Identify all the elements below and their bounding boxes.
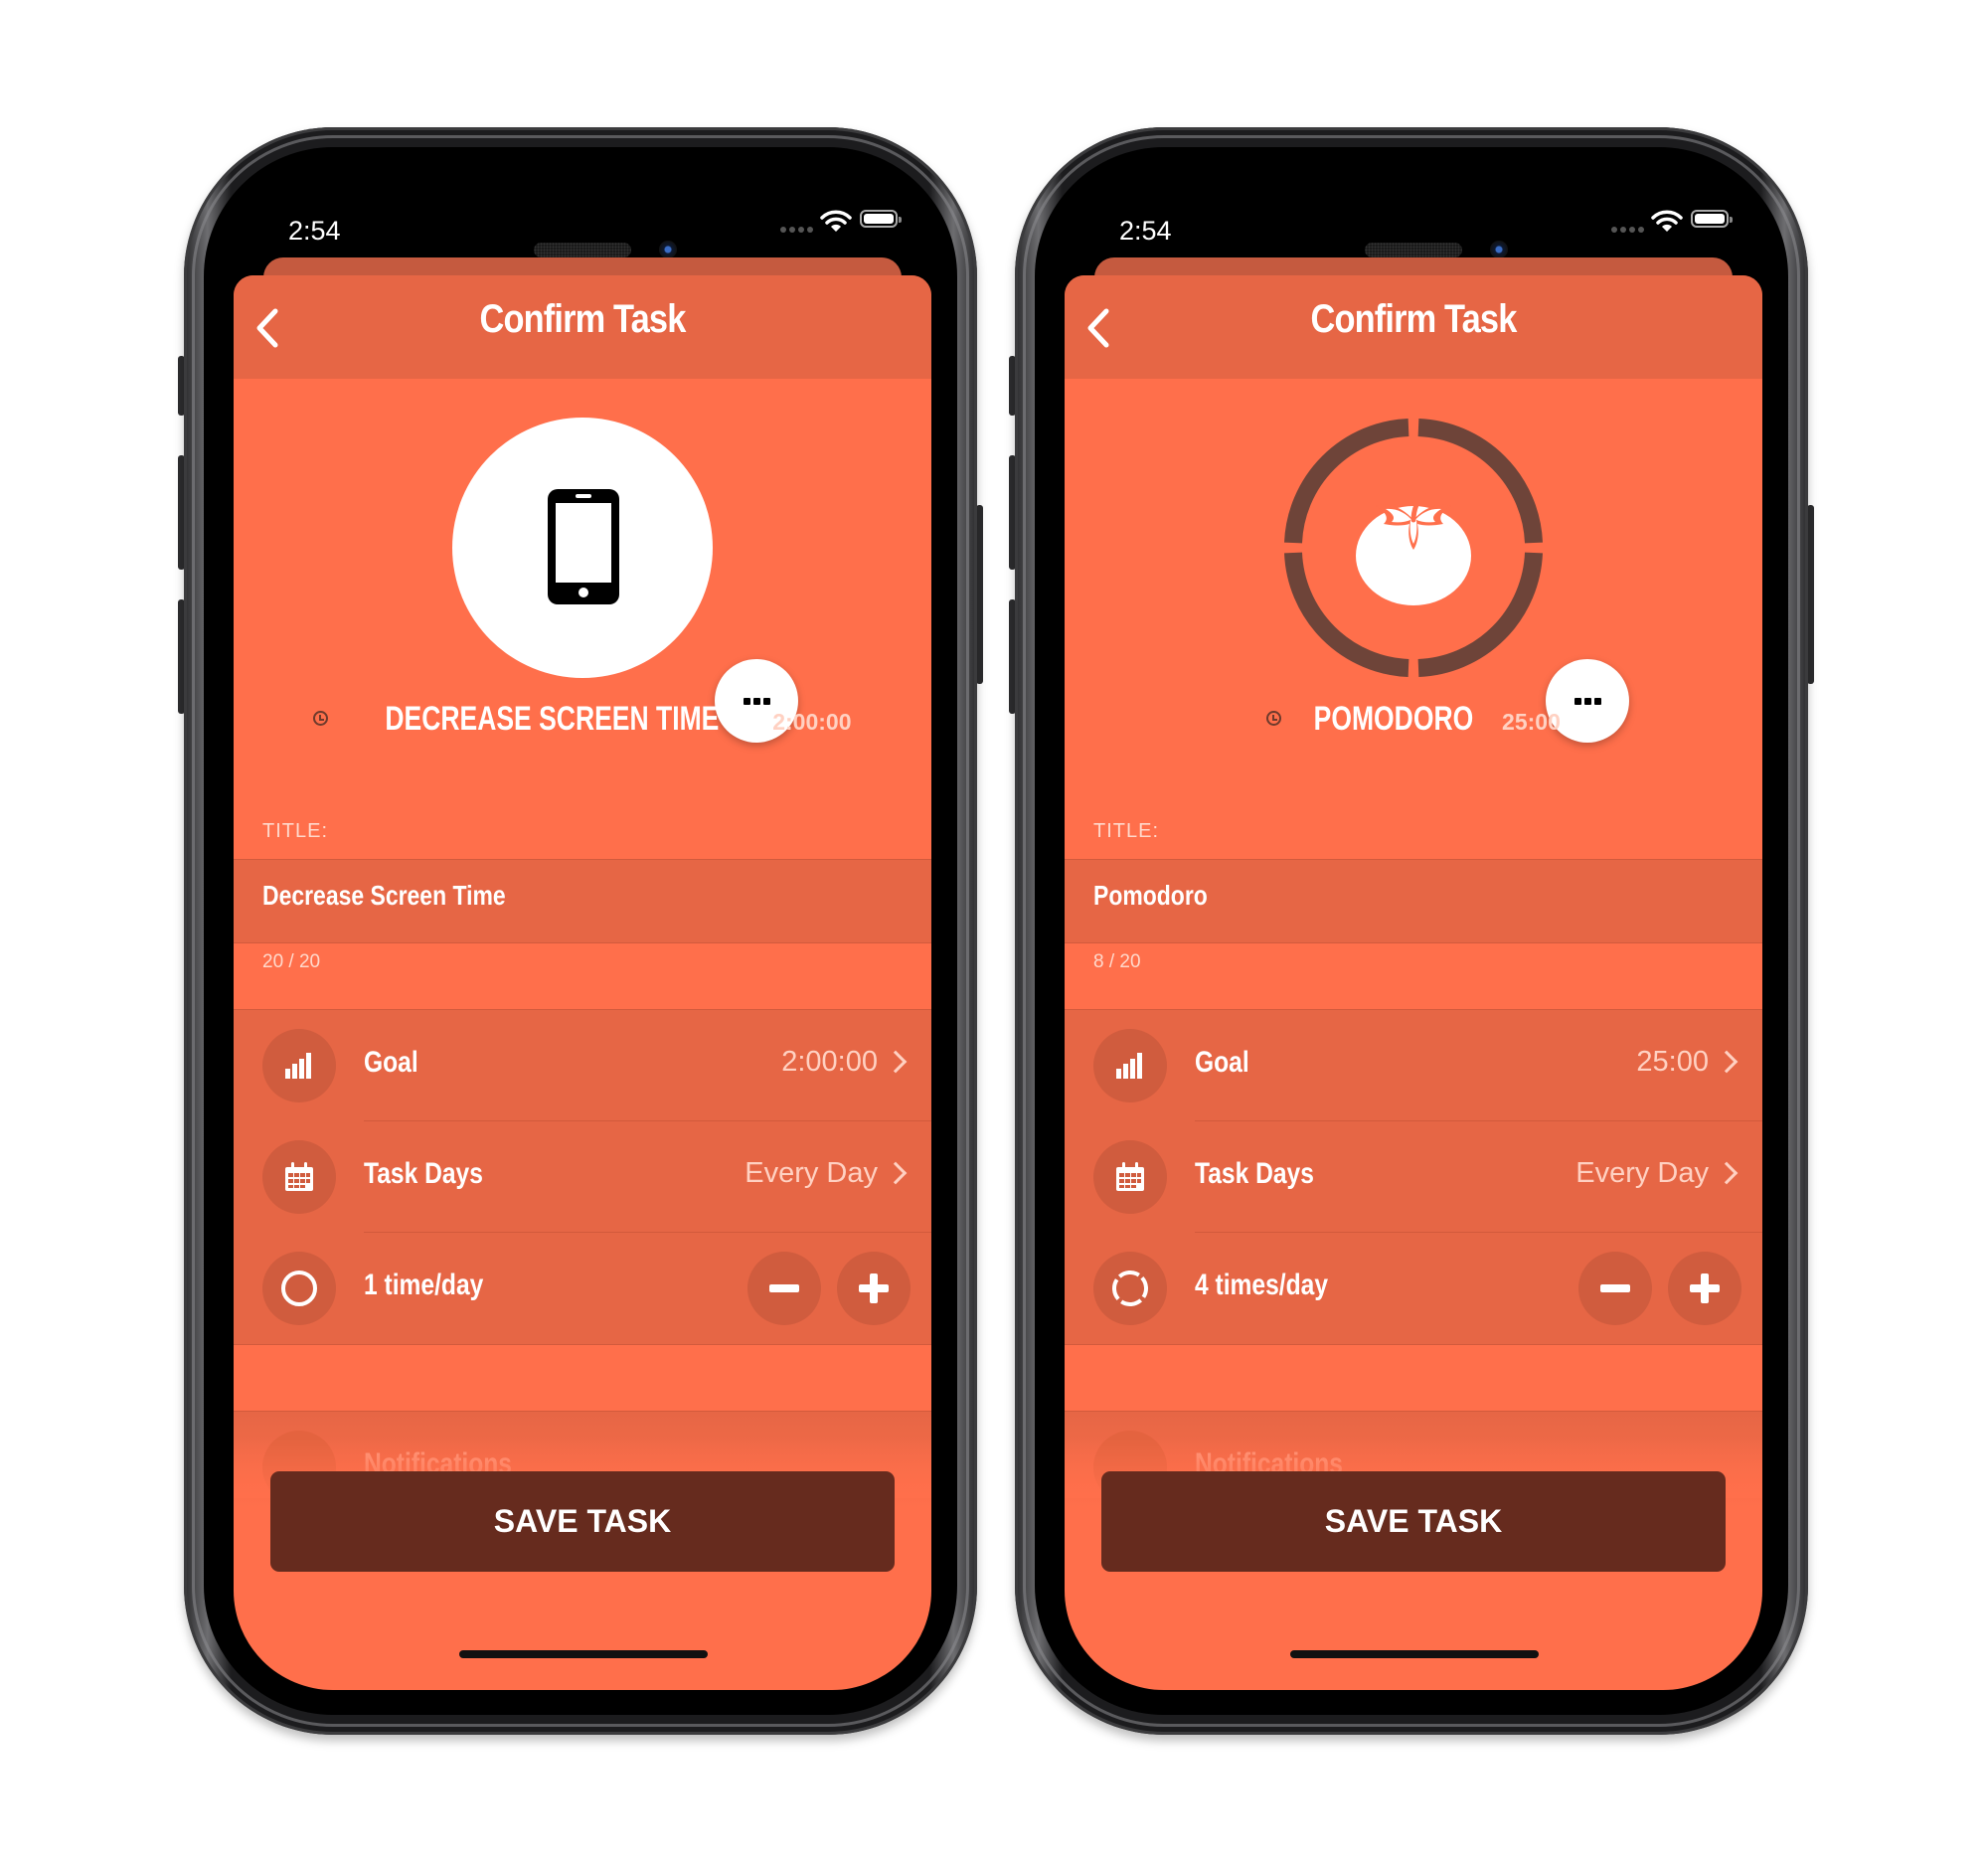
chevron-right-icon: [884, 1161, 908, 1185]
row-goal[interactable]: Goal 2:00:00: [234, 1010, 931, 1121]
character-counter: 20 / 20: [262, 951, 321, 972]
clock-icon: [313, 711, 329, 726]
task-name-text: DECREASE SCREEN TIME: [385, 700, 720, 738]
home-indicator[interactable]: [459, 1650, 708, 1658]
task-name-text: POMODORO: [1313, 700, 1474, 738]
phone-2: 2:54 Confirm Task POMODORO 25:00 TITLE: …: [1009, 127, 1814, 1735]
row-task-days[interactable]: Task Days Every Day: [1065, 1121, 1762, 1233]
front-camera: [659, 241, 677, 258]
header: Confirm Task: [234, 275, 931, 379]
save-task-button[interactable]: SAVE TASK: [1101, 1471, 1726, 1572]
battery-icon: [1691, 210, 1733, 228]
bar-chart-icon: [262, 1029, 336, 1102]
title-field[interactable]: Decrease Screen Time: [234, 859, 931, 943]
confirm-task-card: Confirm Task DECREASE SCREEN TIME 2:00:00…: [234, 275, 931, 1690]
clock-icon: [1266, 711, 1282, 726]
frequency-label: 4 times/day: [1195, 1269, 1329, 1301]
calendar-icon: [262, 1140, 336, 1214]
page-title: Confirm Task: [479, 297, 687, 341]
speaker-grille: [1365, 243, 1462, 257]
tomato-icon: [1356, 491, 1471, 605]
status-time: 2:54: [288, 216, 341, 246]
wifi-icon: [820, 210, 852, 232]
segmented-circle-icon: [1093, 1252, 1167, 1325]
character-counter: 8 / 20: [1093, 951, 1141, 972]
row-value: Every Day: [1575, 1157, 1709, 1189]
home-indicator[interactable]: [1290, 1650, 1539, 1658]
title-label: TITLE:: [262, 820, 329, 842]
front-camera: [1490, 241, 1508, 258]
signal-dots-icon: [780, 227, 813, 233]
smartphone-icon: [548, 489, 619, 604]
row-label: Task Days: [1195, 1157, 1314, 1190]
power-button: [976, 505, 983, 684]
row-label: Task Days: [364, 1157, 483, 1190]
row-value: 25:00: [1636, 1046, 1709, 1078]
decrement-button[interactable]: [747, 1252, 821, 1325]
bar-chart-icon: [1093, 1029, 1167, 1102]
increment-button[interactable]: [837, 1252, 911, 1325]
settings-list: Goal 2:00:00 Task Days Every Day 1 time/…: [234, 1009, 931, 1345]
row-label: Goal: [1195, 1046, 1249, 1079]
title-input[interactable]: Decrease Screen Time: [262, 880, 506, 912]
chevron-right-icon: [884, 1050, 908, 1074]
back-button[interactable]: [251, 307, 281, 349]
title-field[interactable]: Pomodoro: [1065, 859, 1762, 943]
settings-list: Goal 25:00 Task Days Every Day 4 times/d…: [1065, 1009, 1762, 1345]
save-task-button[interactable]: SAVE TASK: [270, 1471, 895, 1572]
task-duration: 2:00:00: [772, 709, 852, 735]
screen: 2:54 Confirm Task: [1065, 183, 1762, 1690]
confirm-task-card: Confirm Task POMODORO 25:00 TITLE: Pomod…: [1065, 275, 1762, 1690]
row-goal[interactable]: Goal 25:00: [1065, 1010, 1762, 1121]
chevron-right-icon: [1715, 1161, 1739, 1185]
task-hero: [1283, 418, 1629, 743]
row-value: Every Day: [745, 1157, 878, 1189]
decrement-button[interactable]: [1578, 1252, 1652, 1325]
signal-dots-icon: [1611, 227, 1644, 233]
task-name-display: DECREASE SCREEN TIME 2:00:00: [293, 699, 872, 742]
increment-button[interactable]: [1668, 1252, 1741, 1325]
speaker-grille: [534, 243, 631, 257]
title-label: TITLE:: [1093, 820, 1160, 842]
task-duration: 25:00: [1502, 709, 1561, 735]
row-value: 2:00:00: [781, 1046, 878, 1078]
phone-1: 2:54 Confirm Task DECREASE SCREEN TIME 2…: [178, 127, 983, 1735]
row-frequency: 1 time/day: [234, 1233, 931, 1344]
chevron-right-icon: [1715, 1050, 1739, 1074]
row-label: Goal: [364, 1046, 418, 1079]
title-input[interactable]: Pomodoro: [1093, 880, 1208, 912]
task-name-display: POMODORO 25:00: [1124, 699, 1703, 742]
status-time: 2:54: [1119, 216, 1172, 246]
back-button[interactable]: [1082, 307, 1112, 349]
calendar-icon: [1093, 1140, 1167, 1214]
task-hero: [452, 418, 798, 743]
row-task-days[interactable]: Task Days Every Day: [234, 1121, 931, 1233]
page-title: Confirm Task: [1310, 297, 1518, 341]
screen: 2:54 Confirm Task: [234, 183, 931, 1690]
header: Confirm Task: [1065, 275, 1762, 379]
battery-icon: [860, 210, 902, 228]
power-button: [1807, 505, 1814, 684]
circle-icon: [262, 1252, 336, 1325]
frequency-label: 1 time/day: [364, 1269, 484, 1301]
wifi-icon: [1651, 210, 1683, 232]
row-frequency: 4 times/day: [1065, 1233, 1762, 1344]
